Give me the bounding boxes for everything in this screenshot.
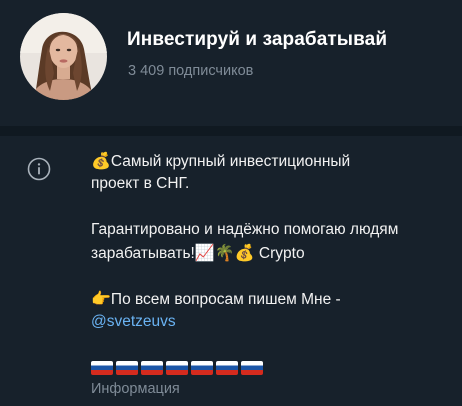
money-bag-icon: 💰 <box>91 151 111 170</box>
avatar[interactable] <box>20 13 107 100</box>
russia-flag-icon <box>116 361 138 375</box>
description-line-5: 👉По всем вопросам пишем Мне - <box>91 287 451 310</box>
russia-flag-icon <box>141 361 163 375</box>
description-line-4: зарабатывать!📈🌴💰 Crypto <box>91 241 451 264</box>
username-link-line: @svetzeuvs <box>91 310 451 333</box>
crypto-text: Crypto <box>254 245 305 262</box>
description-text-1: Самый крупный инвестиционный <box>110 153 351 170</box>
russia-flag-icon <box>166 361 188 375</box>
russia-flag-icon <box>216 361 238 375</box>
description-line-3: Гарантировано и надёжно помогаю людям <box>91 221 399 238</box>
description-text-4: зарабатывать! <box>91 245 195 262</box>
description-line-1: 💰Самый крупный инвестиционный <box>91 149 451 172</box>
chart-palm-money-icons: 📈🌴💰 <box>194 243 255 262</box>
section-divider <box>0 126 462 136</box>
channel-description: 💰Самый крупный инвестиционный проект в С… <box>91 149 451 375</box>
pointing-hand-icon: 👉 <box>91 289 111 308</box>
russia-flag-icon <box>91 361 113 375</box>
channel-title: Инвестируй и зарабатывай <box>127 29 388 50</box>
russia-flag-icon <box>191 361 213 375</box>
subscriber-count: 3 409 подписчиков <box>128 63 254 79</box>
description-text-5: По всем вопросам пишем Мне - <box>110 291 341 308</box>
description-line-2: проект в СНГ. <box>91 175 190 192</box>
info-icon <box>27 157 51 181</box>
info-label: Информация <box>91 381 180 397</box>
avatar-image <box>20 13 107 100</box>
username-link[interactable]: @svetzeuvs <box>91 313 176 330</box>
russia-flag-icon <box>241 361 263 375</box>
channel-header: Инвестируй и зарабатывай 3 409 подписчик… <box>0 0 462 126</box>
flags-row <box>91 357 451 375</box>
channel-info-page: Инвестируй и зарабатывай 3 409 подписчик… <box>0 0 462 406</box>
